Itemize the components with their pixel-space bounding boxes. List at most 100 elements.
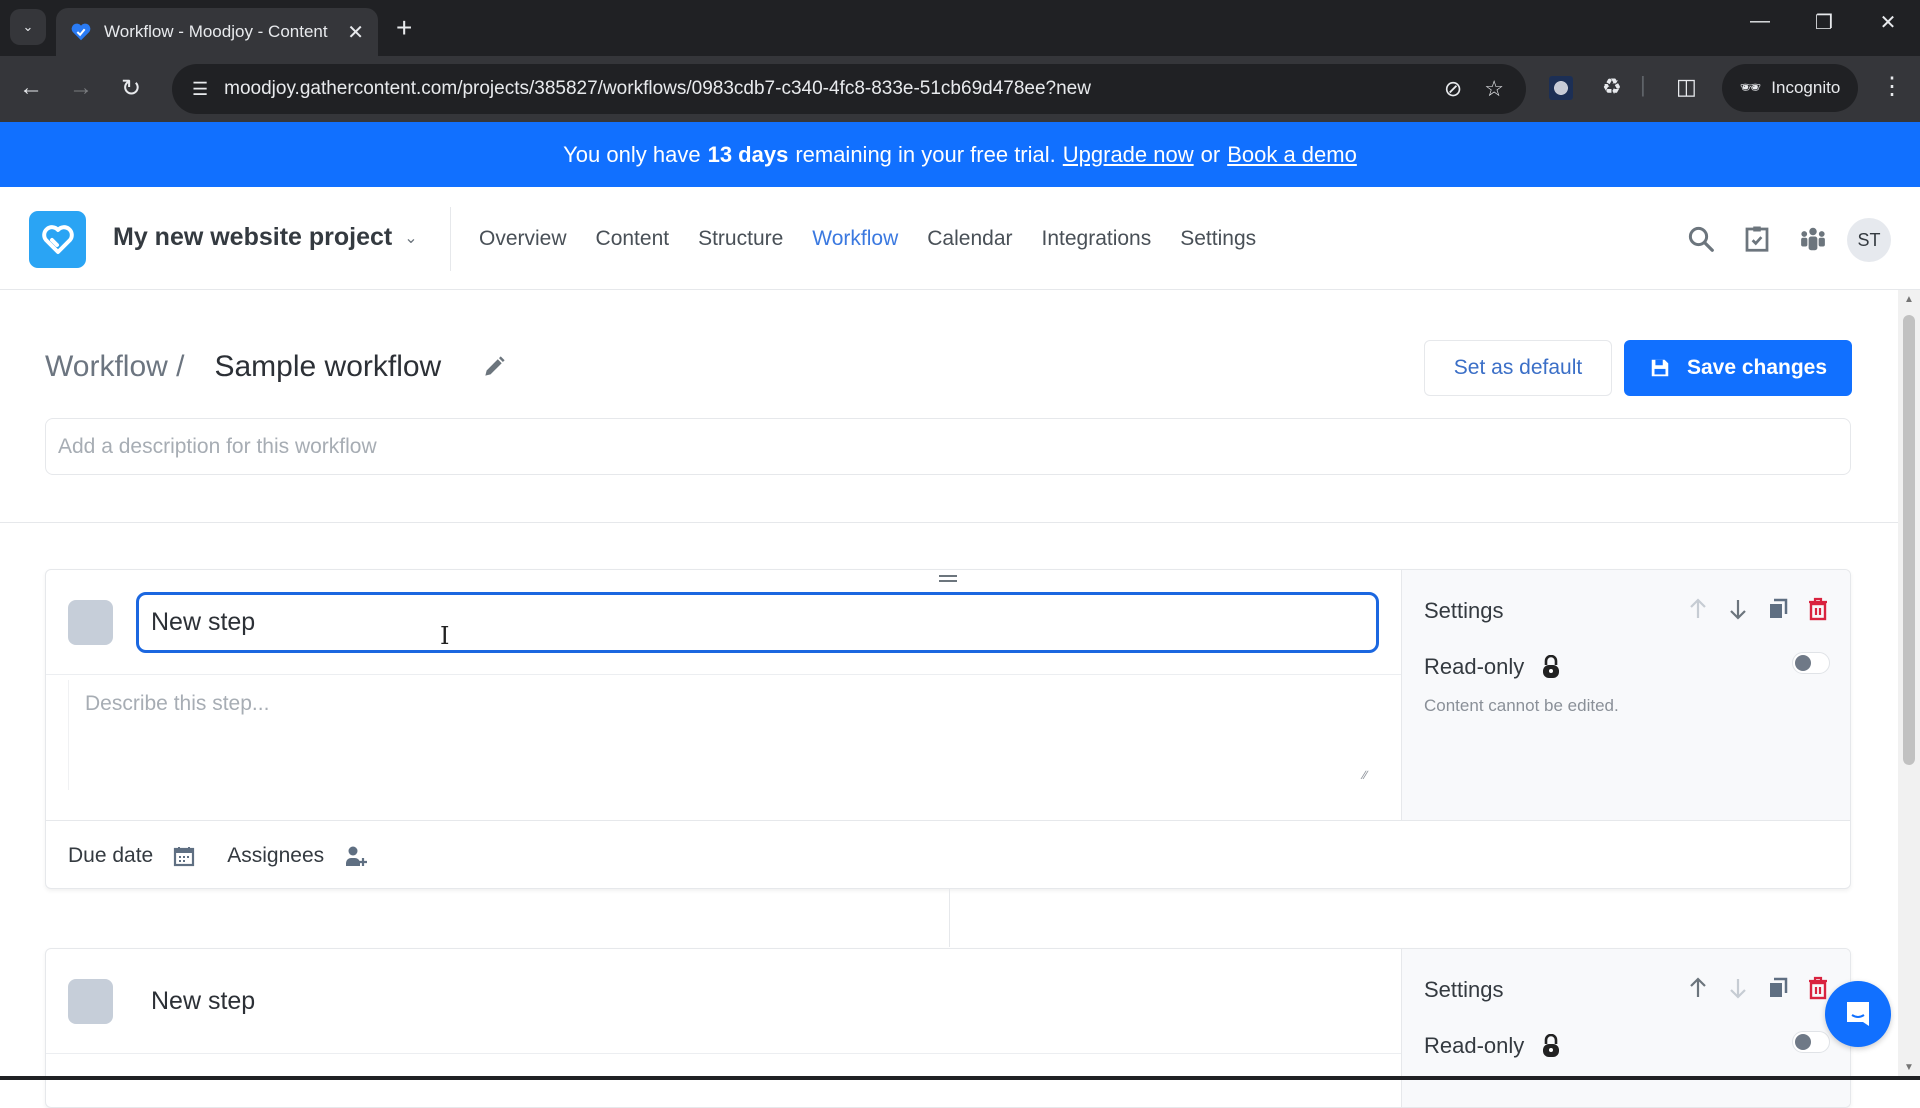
star-icon[interactable]: ☆ bbox=[1484, 76, 1504, 102]
minimize-icon[interactable]: — bbox=[1740, 10, 1780, 33]
due-date-button[interactable]: Due date bbox=[68, 844, 195, 868]
save-changes-label: Save changes bbox=[1686, 356, 1828, 379]
incognito-badge[interactable]: 🕶 Incognito bbox=[1722, 64, 1858, 112]
step-color-swatch[interactable] bbox=[68, 600, 113, 645]
eye-off-icon[interactable]: ⊘ bbox=[1444, 76, 1462, 102]
read-only-label: Read-only bbox=[1424, 654, 1525, 679]
textarea-resize-icon[interactable]: ∕∕ bbox=[1363, 768, 1367, 782]
chat-icon bbox=[1847, 1002, 1869, 1026]
read-only-toggle[interactable] bbox=[1792, 1031, 1830, 1053]
step-color-swatch[interactable] bbox=[68, 979, 113, 1024]
read-only-description: Content cannot be edited. bbox=[1424, 696, 1619, 715]
breadcrumb: Workflow / Sample workflow bbox=[45, 350, 507, 384]
delete-step-button[interactable] bbox=[1806, 596, 1830, 622]
user-avatar[interactable]: ST bbox=[1847, 218, 1891, 262]
scroll-up-icon[interactable]: ▲ bbox=[1904, 294, 1914, 305]
read-only-label: Read-only bbox=[1424, 1033, 1525, 1058]
step-description-textarea[interactable] bbox=[68, 680, 1383, 790]
lock-icon bbox=[1543, 655, 1560, 678]
move-down-button[interactable] bbox=[1726, 596, 1750, 622]
nav-structure[interactable]: Structure bbox=[698, 227, 783, 251]
tasks-clipboard-icon[interactable] bbox=[1742, 224, 1772, 254]
banner-prefix: You only have bbox=[563, 141, 701, 167]
url-text[interactable]: moodjoy.gathercontent.com/projects/38582… bbox=[224, 78, 1444, 100]
assignees-label: Assignees bbox=[227, 843, 325, 867]
trash-icon bbox=[1809, 976, 1827, 1000]
step-name-input[interactable] bbox=[136, 592, 1379, 653]
read-only-row: Read-only bbox=[1424, 1033, 1560, 1059]
close-tab-icon[interactable]: ✕ bbox=[347, 20, 364, 45]
logo-heart-icon bbox=[41, 224, 74, 254]
nav-workflow[interactable]: Workflow bbox=[812, 227, 898, 251]
window-close-icon[interactable]: ✕ bbox=[1868, 10, 1908, 35]
puzzle-icon[interactable]: ♻ bbox=[1602, 74, 1622, 100]
nav-content[interactable]: Content bbox=[596, 227, 670, 251]
duplicate-step-button[interactable] bbox=[1766, 975, 1790, 1001]
project-name: My new website project bbox=[113, 223, 393, 251]
banner-suffix: remaining in your free trial. bbox=[795, 141, 1056, 167]
move-up-button[interactable] bbox=[1686, 975, 1710, 1001]
address-bar[interactable]: ☰ moodjoy.gathercontent.com/projects/385… bbox=[172, 64, 1526, 114]
banner-or: or bbox=[1200, 141, 1221, 167]
nav-settings[interactable]: Settings bbox=[1180, 227, 1256, 251]
back-button[interactable]: ← bbox=[16, 74, 46, 102]
main-nav: Overview Content Structure Workflow Cale… bbox=[479, 227, 1256, 251]
toolbar-divider: | bbox=[1640, 72, 1646, 97]
text-cursor-icon: I bbox=[440, 622, 450, 650]
step-actions bbox=[1686, 596, 1830, 622]
breadcrumb-workflow[interactable]: Workflow / bbox=[45, 350, 184, 384]
avatar-initials: ST bbox=[1857, 229, 1881, 250]
drag-handle-icon[interactable] bbox=[939, 572, 957, 584]
page-scrollbar[interactable]: ▲ ▼ bbox=[1898, 290, 1920, 1080]
scrollbar-thumb[interactable] bbox=[1903, 315, 1915, 765]
chat-launcher-button[interactable] bbox=[1825, 981, 1891, 1047]
reload-button[interactable]: ↻ bbox=[116, 74, 146, 103]
scroll-down-icon[interactable]: ▼ bbox=[1904, 1062, 1914, 1073]
move-up-button[interactable] bbox=[1686, 596, 1710, 622]
save-changes-button[interactable]: Save changes bbox=[1624, 340, 1852, 396]
set-as-default-button[interactable]: Set as default bbox=[1424, 340, 1612, 396]
nav-integrations[interactable]: Integrations bbox=[1042, 227, 1152, 251]
new-tab-button[interactable]: + bbox=[396, 12, 412, 44]
step-connector-line bbox=[949, 889, 950, 947]
extension-moon-icon[interactable] bbox=[1549, 76, 1573, 100]
step-header-divider bbox=[46, 1053, 1401, 1054]
book-demo-link[interactable]: Book a demo bbox=[1227, 142, 1357, 168]
forward-button[interactable]: → bbox=[66, 74, 96, 102]
browser-tab-bar: ⌄ Workflow - Moodjoy - Content ✕ + — ❐ ✕ bbox=[0, 0, 1920, 56]
gathercontent-logo[interactable] bbox=[29, 211, 86, 268]
read-only-toggle[interactable] bbox=[1792, 652, 1830, 674]
kebab-icon[interactable]: ⋮ bbox=[1880, 72, 1904, 101]
project-switcher[interactable]: My new website project ⌄ bbox=[113, 223, 418, 252]
assignees-button[interactable]: Assignees bbox=[227, 844, 368, 868]
workflow-description-input[interactable] bbox=[45, 418, 1851, 475]
step-settings-panel: Settings Read-only Content cannot be edi… bbox=[1401, 570, 1850, 820]
site-info-icon[interactable]: ☰ bbox=[192, 79, 208, 100]
search-icon[interactable] bbox=[1686, 224, 1716, 254]
trial-banner: You only have 13 days remaining in your … bbox=[0, 122, 1920, 187]
move-down-button[interactable] bbox=[1726, 975, 1750, 1001]
upgrade-now-link[interactable]: Upgrade now bbox=[1063, 142, 1194, 168]
team-icon[interactable] bbox=[1798, 224, 1828, 254]
incognito-label: Incognito bbox=[1771, 78, 1841, 97]
delete-step-button[interactable] bbox=[1806, 975, 1830, 1001]
arrow-left-icon: ← bbox=[19, 74, 43, 101]
workflow-title: Sample workflow bbox=[214, 350, 442, 383]
step-actions bbox=[1686, 975, 1830, 1001]
nav-calendar[interactable]: Calendar bbox=[927, 227, 1012, 251]
side-panel-icon[interactable]: ◫ bbox=[1676, 74, 1697, 100]
settings-title: Settings bbox=[1424, 977, 1504, 1002]
workflow-step-card: Settings Read-only bbox=[45, 948, 1851, 1108]
pencil-icon[interactable] bbox=[481, 354, 507, 380]
duplicate-step-button[interactable] bbox=[1766, 596, 1790, 622]
app-header: My new website project ⌄ Overview Conten… bbox=[0, 187, 1920, 290]
workflow-step-card: ∕∕ Settings Read-only Content cannot be … bbox=[45, 569, 1851, 889]
calendar-icon bbox=[174, 846, 195, 866]
tab-search-button[interactable]: ⌄ bbox=[10, 9, 46, 45]
nav-overview[interactable]: Overview bbox=[479, 227, 567, 251]
step-settings-panel: Settings Read-only bbox=[1401, 949, 1850, 1107]
copy-icon bbox=[1770, 598, 1788, 618]
browser-tab-active[interactable]: Workflow - Moodjoy - Content ✕ bbox=[56, 8, 378, 56]
step-name-input[interactable] bbox=[136, 971, 1379, 1032]
restore-icon[interactable]: ❐ bbox=[1804, 10, 1844, 35]
